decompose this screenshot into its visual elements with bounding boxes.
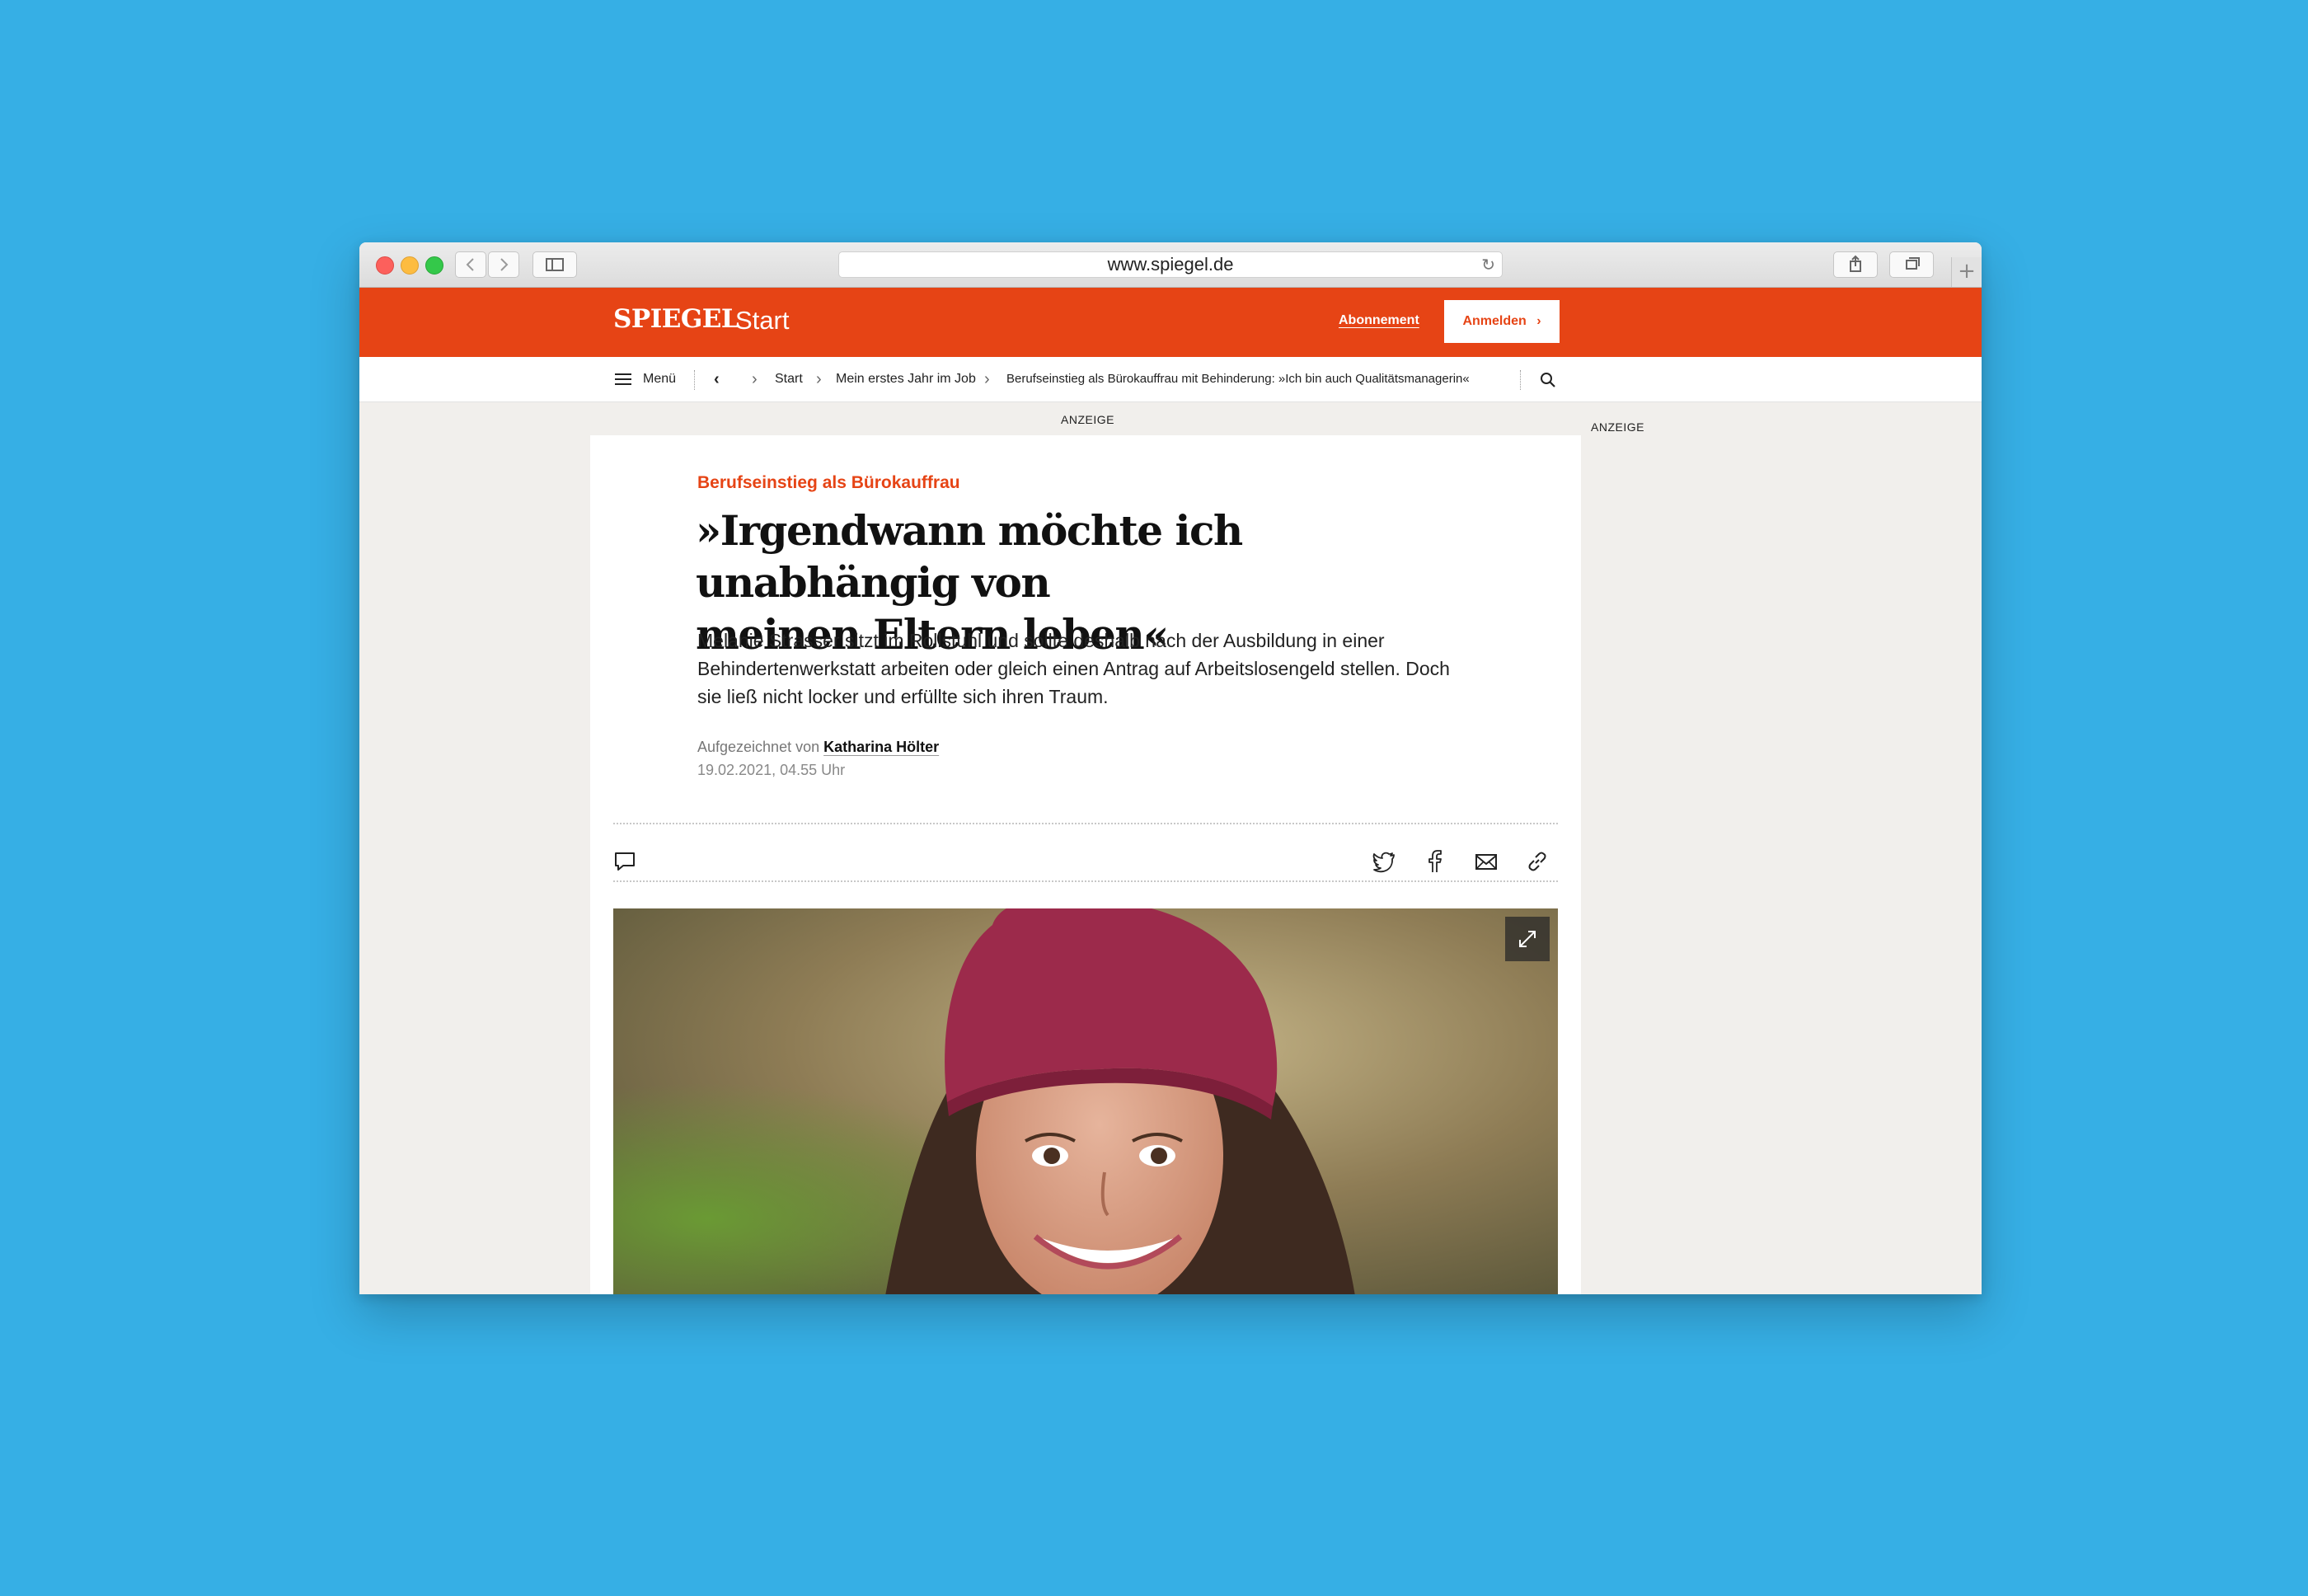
tabs-icon — [1906, 257, 1920, 270]
breadcrumb-item-category[interactable]: Mein erstes Jahr im Job — [836, 357, 976, 401]
browser-window: www.spiegel.de ↻ + SPIEGEL Start Abonnem… — [359, 242, 1982, 1294]
sidebar-toggle-button[interactable] — [532, 251, 577, 278]
ad-label-top: ANZEIGE — [1061, 413, 1114, 426]
site-header: SPIEGEL Start Abonnement Anmelden › — [359, 288, 1982, 357]
author-link[interactable]: Katharina Hölter — [823, 739, 939, 755]
facebook-icon[interactable] — [1423, 849, 1447, 874]
login-button[interactable]: Anmelden › — [1444, 300, 1560, 343]
article-card: Berufseinstieg als Bürokauffrau »Irgendw… — [590, 435, 1581, 1294]
hamburger-icon[interactable] — [615, 373, 631, 385]
article-photo[interactable] — [613, 908, 1558, 1294]
share-bar-bottom-divider — [613, 880, 1558, 882]
login-button-label: Anmelden — [1462, 314, 1527, 328]
article-byline: Aufgezeichnet von Katharina Hölter — [697, 739, 939, 756]
subscription-link[interactable]: Abonnement — [1339, 313, 1419, 328]
menu-button[interactable]: Menü — [643, 357, 676, 401]
search-icon[interactable] — [1538, 370, 1558, 390]
chevron-right-icon: › — [752, 370, 758, 388]
forward-button[interactable] — [488, 251, 519, 278]
address-bar[interactable]: www.spiegel.de ↻ — [838, 251, 1503, 278]
article-teaser: Melanie Strasser sitzt im Rollstuhl und … — [697, 630, 1450, 707]
minimize-window-button[interactable] — [401, 256, 419, 275]
nav-divider — [1520, 370, 1521, 390]
link-icon[interactable] — [1525, 849, 1550, 874]
breadcrumb-item-current: Berufseinstieg als Bürokauffrau mit Behi… — [1006, 372, 1470, 386]
article-date: 19.02.2021, 04.55 Uhr — [697, 762, 846, 778]
chevron-right-icon: › — [1536, 314, 1541, 328]
portrait-image — [613, 908, 1558, 1294]
headline-line: »Irgendwann möchte ich unabhängig von — [696, 506, 1243, 607]
mail-icon[interactable] — [1474, 849, 1499, 874]
sidebar-icon — [546, 258, 564, 271]
back-button[interactable] — [455, 251, 486, 278]
chevron-right-icon: › — [984, 370, 990, 388]
twitter-icon[interactable] — [1372, 849, 1396, 874]
article-kicker: Berufseinstieg als Bürokauffrau — [697, 473, 960, 492]
close-window-button[interactable] — [376, 256, 394, 275]
byline-prefix: Aufgezeichnet von — [697, 739, 820, 755]
url-text: www.spiegel.de — [1107, 254, 1234, 275]
chevron-left-icon — [466, 258, 474, 271]
ad-label-side: ANZEIGE — [1591, 420, 1644, 434]
breadcrumb-back-icon[interactable]: ‹ — [714, 357, 720, 401]
expand-icon — [1519, 931, 1536, 947]
chevron-right-icon — [500, 258, 509, 271]
share-bar-top-divider — [613, 823, 1558, 824]
chevron-right-icon: › — [816, 370, 822, 388]
spiegel-logo[interactable]: SPIEGEL — [613, 304, 739, 334]
comment-icon[interactable] — [613, 849, 638, 874]
browser-toolbar: www.spiegel.de ↻ + — [359, 242, 1982, 288]
breadcrumb-item-start[interactable]: Start — [775, 357, 803, 401]
section-title[interactable]: Start — [735, 306, 789, 336]
nav-divider — [694, 370, 695, 390]
share-icon — [1850, 255, 1861, 272]
zoom-window-button[interactable] — [425, 256, 443, 275]
tabs-overview-button[interactable] — [1889, 251, 1934, 278]
reload-icon[interactable]: ↻ — [1481, 255, 1495, 275]
breadcrumb-nav: Menü ‹ › Start › Mein erstes Jahr im Job… — [359, 357, 1982, 402]
new-tab-button[interactable]: + — [1951, 257, 1982, 287]
share-button[interactable] — [1833, 251, 1878, 278]
plus-icon: + — [1958, 259, 1976, 284]
expand-image-button[interactable] — [1505, 917, 1550, 961]
